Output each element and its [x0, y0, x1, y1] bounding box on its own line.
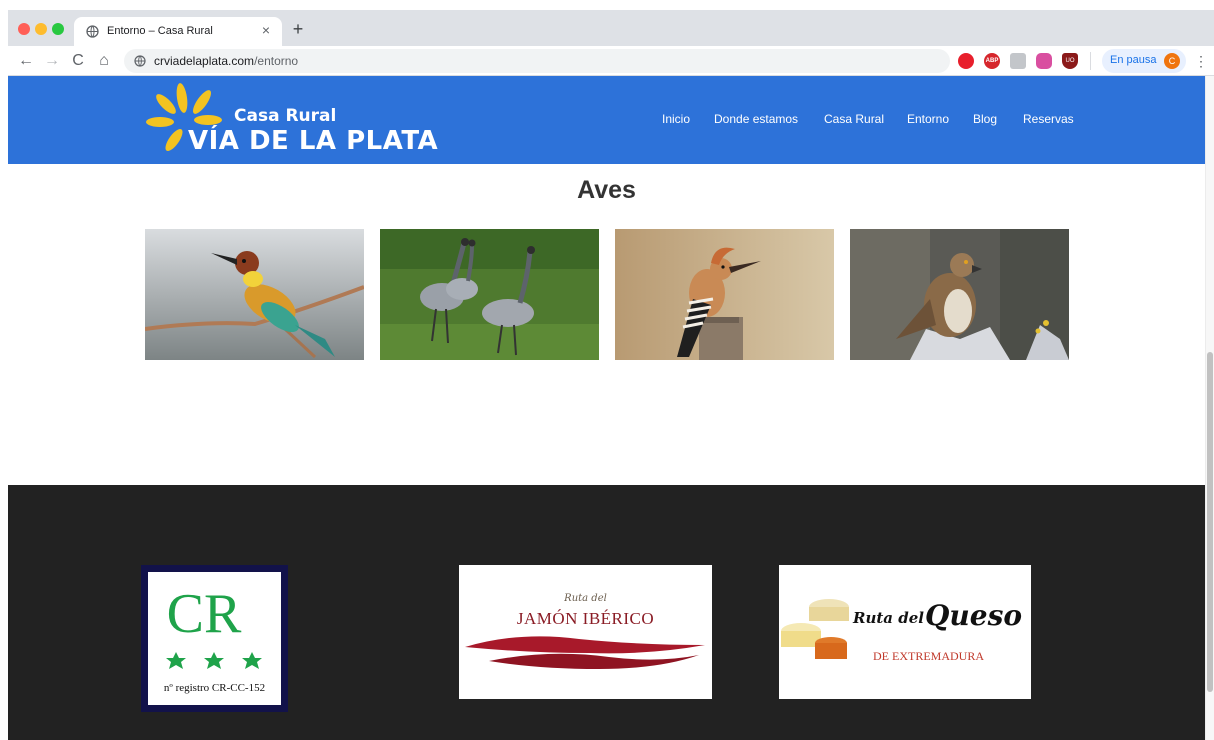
browser-menu-icon[interactable]: ⋮ — [1194, 51, 1208, 71]
browser-toolbar: ← → C ⌂ crviadelaplata.com/entorno ABP U… — [8, 46, 1214, 76]
globe-icon — [86, 25, 99, 38]
section-title: Aves — [577, 176, 636, 204]
adblock-plus-icon[interactable]: ABP — [984, 53, 1000, 69]
cr-emblem-icon: CR — [166, 583, 262, 669]
nav-casa-rural[interactable]: Casa Rural — [824, 112, 884, 126]
reload-button[interactable]: C — [68, 51, 88, 71]
tab-title: Entorno – Casa Rural — [107, 25, 213, 37]
close-window-button[interactable] — [18, 23, 30, 35]
address-bar[interactable]: crviadelaplata.com/entorno — [124, 49, 950, 73]
minimize-window-button[interactable] — [35, 23, 47, 35]
eagle-photo[interactable] — [850, 229, 1069, 360]
profile-button[interactable]: En pausa C — [1102, 49, 1186, 73]
url-path: /entorno — [254, 54, 299, 68]
site-header: Casa Rural VÍA DE LA PLATA Inicio Donde … — [8, 76, 1205, 164]
avatar: C — [1164, 53, 1180, 69]
instagram-extension-icon[interactable] — [1036, 53, 1052, 69]
nav-inicio[interactable]: Inicio — [662, 112, 690, 126]
opera-extension-icon[interactable] — [958, 53, 974, 69]
queso-badge-script: Ruta del — [853, 609, 924, 627]
logo-line-2: VÍA DE LA PLATA — [188, 126, 439, 156]
casa-rural-registry-badge[interactable]: CR nº registro CR-CC-152 — [141, 565, 288, 712]
active-tab[interactable]: Entorno – Casa Rural × — [74, 17, 282, 46]
site-logo[interactable]: Casa Rural VÍA DE LA PLATA — [144, 80, 438, 160]
ruta-jamon-iberico-badge[interactable]: Ruta del JAMÓN IBÉRICO — [459, 565, 712, 699]
forward-button[interactable]: → — [42, 51, 62, 71]
new-tab-button[interactable]: + — [288, 19, 308, 39]
page-scrollbar[interactable] — [1205, 76, 1214, 740]
toolbar-divider — [1090, 52, 1091, 70]
cr-letter-c: CR — [167, 583, 242, 645]
hoopoe-photo[interactable] — [615, 229, 834, 360]
registry-number: nº registro CR-CC-152 — [163, 682, 266, 694]
back-button[interactable]: ← — [16, 51, 36, 71]
scrollbar-thumb[interactable] — [1207, 352, 1213, 692]
browser-tab-strip: Entorno – Casa Rural × + — [8, 10, 1214, 46]
url-text: crviadelaplata.com/entorno — [154, 54, 298, 68]
ruta-queso-badge[interactable]: Ruta del Queso DE EXTREMADURA — [779, 565, 1031, 699]
site-footer: CR nº registro CR-CC-152 Ruta del JAMÓN … — [8, 485, 1205, 740]
nav-entorno[interactable]: Entorno — [907, 112, 949, 126]
page-viewport: Casa Rural VÍA DE LA PLATA Inicio Donde … — [8, 76, 1205, 740]
cheese-wheels-icon — [781, 599, 849, 659]
queso-badge-title: Queso — [925, 599, 1023, 632]
nav-reservas[interactable]: Reservas — [1023, 112, 1074, 126]
logo-line-1: Casa Rural — [234, 106, 337, 126]
cranes-photo[interactable] — [380, 229, 599, 360]
bee-eater-photo[interactable] — [145, 229, 364, 360]
url-host: crviadelaplata.com — [154, 54, 255, 68]
queso-badge-subtitle: DE EXTREMADURA — [873, 649, 984, 663]
maximize-window-button[interactable] — [52, 23, 64, 35]
ham-slices-icon — [465, 636, 705, 669]
profile-status-label: En pausa — [1110, 54, 1157, 66]
nav-donde-estamos[interactable]: Donde estamos — [714, 112, 798, 126]
ublock-origin-icon[interactable]: UO — [1062, 53, 1078, 69]
home-button[interactable]: ⌂ — [94, 51, 114, 71]
site-info-icon[interactable] — [134, 55, 146, 67]
badge-panel: CR nº registro CR-CC-152 — [148, 572, 281, 705]
nav-blog[interactable]: Blog — [973, 112, 997, 126]
close-tab-icon[interactable]: × — [258, 22, 274, 38]
chat-extension-icon[interactable] — [1010, 53, 1026, 69]
